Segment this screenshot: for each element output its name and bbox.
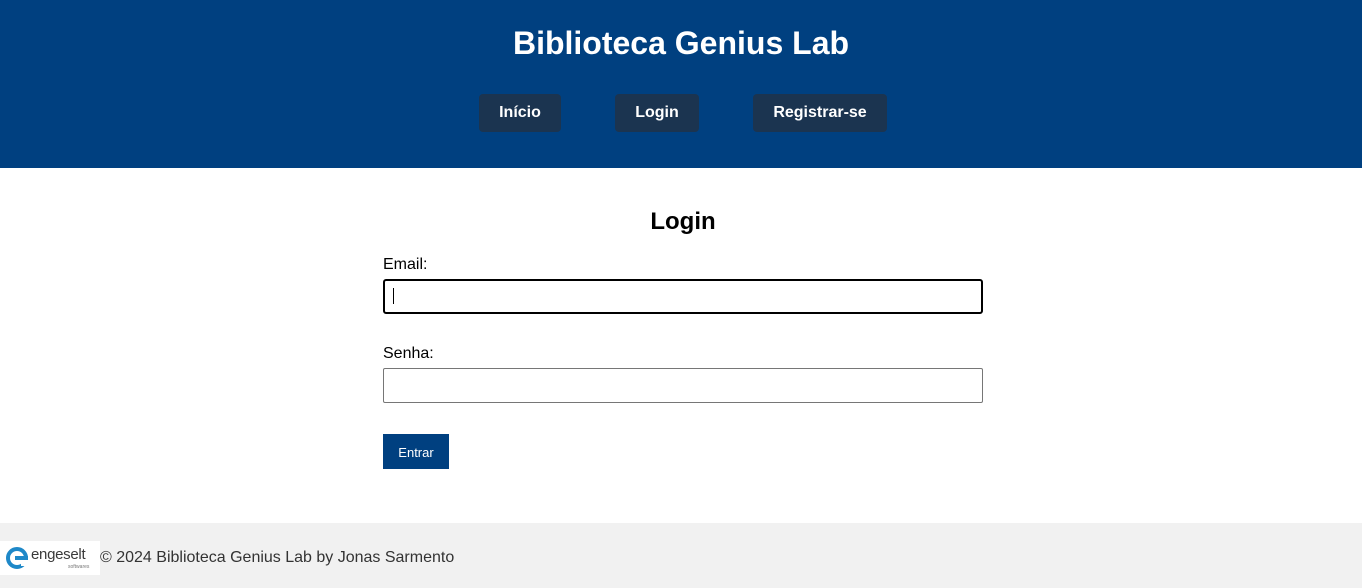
text-cursor [393,288,394,304]
email-input[interactable] [383,279,983,314]
engeselt-logo-icon [6,547,29,569]
logo-wordmark: engeselt [31,546,86,563]
nav-login-button[interactable]: Login [615,94,699,132]
site-title: Biblioteca Genius Lab [512,25,850,61]
email-label: Email: [383,256,428,273]
engeselt-logo: engeselt softwares [0,541,100,575]
nav-registrar-button[interactable]: Registrar-se [753,94,887,132]
logo-subtitle: softwares [68,564,90,570]
site-footer: engeselt softwares © 2024 Biblioteca Gen… [0,523,1362,588]
footer-copyright: © 2024 Biblioteca Genius Lab by Jonas Sa… [100,549,455,566]
nav-inicio-button[interactable]: Início [479,94,561,132]
site-header: Biblioteca Genius Lab Início Login Regis… [0,0,1362,168]
senha-label: Senha: [383,345,434,362]
senha-input[interactable] [383,368,983,403]
login-heading: Login [650,208,716,235]
entrar-button[interactable]: Entrar [383,434,449,469]
